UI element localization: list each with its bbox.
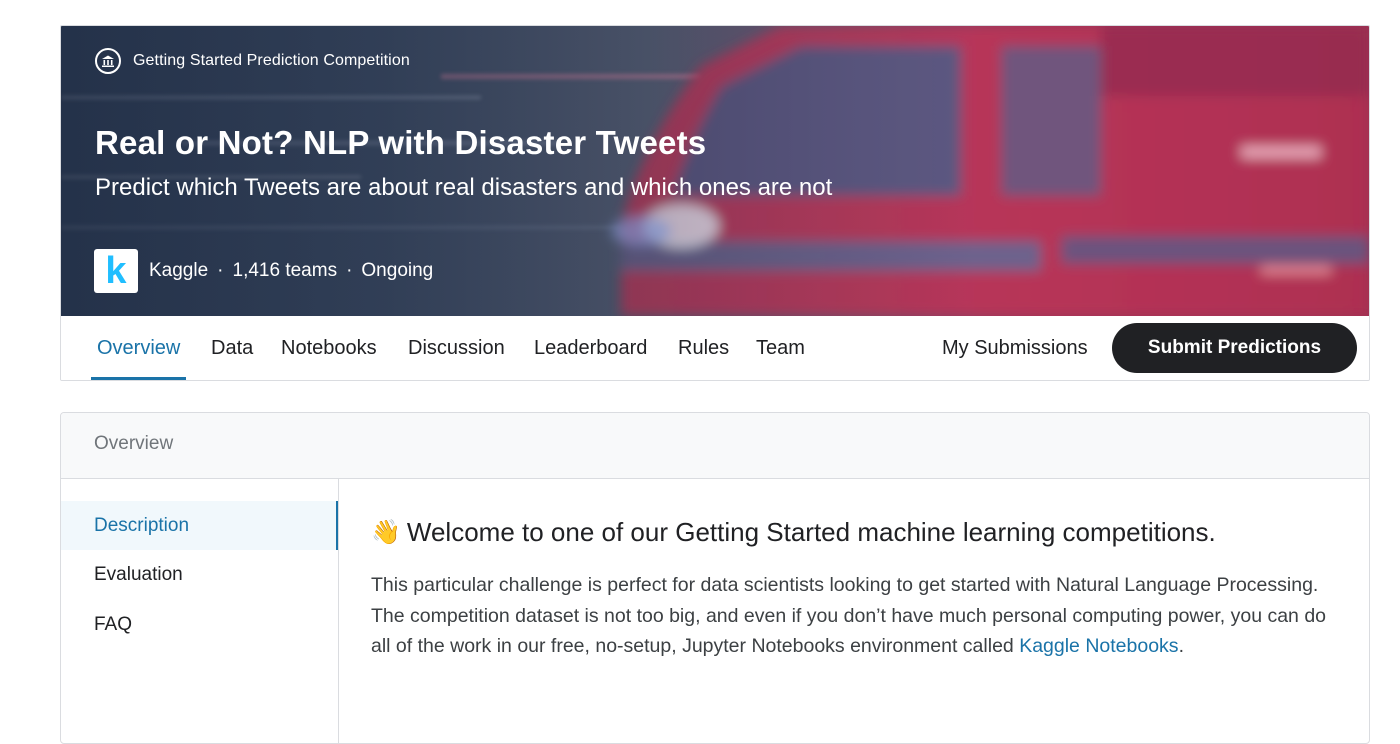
overview-header: Overview — [61, 413, 1369, 479]
competition-hero-banner: Getting Started Prediction Competition R… — [61, 26, 1369, 316]
host-name[interactable]: Kaggle — [149, 260, 208, 282]
competition-kind: Getting Started Prediction Competition — [95, 48, 410, 74]
description-paragraph-end: . — [1178, 635, 1184, 657]
competition-kind-label: Getting Started Prediction Competition — [133, 52, 410, 69]
description-heading: 👋 Welcome to one of our Getting Started … — [371, 517, 1216, 548]
meta-separator: · — [217, 260, 224, 281]
description-paragraph: This particular challenge is perfect for… — [371, 570, 1336, 662]
side-nav-item-description[interactable]: Description — [61, 501, 338, 550]
competition-card: Getting Started Prediction Competition R… — [60, 25, 1370, 381]
tab-team[interactable]: Team — [756, 316, 805, 380]
kaggle-notebooks-link[interactable]: Kaggle Notebooks — [1019, 635, 1178, 657]
competition-status: Ongoing — [361, 260, 434, 281]
description-heading-text: Welcome to one of our Getting Started ma… — [406, 517, 1216, 547]
tab-data[interactable]: Data — [211, 316, 253, 380]
my-submissions-link[interactable]: My Submissions — [942, 316, 1088, 380]
waving-hand-icon: 👋 — [371, 519, 401, 546]
competition-subtitle: Predict which Tweets are about real disa… — [95, 174, 833, 201]
competition-title: Real or Not? NLP with Disaster Tweets — [95, 124, 707, 161]
team-count: 1,416 teams — [232, 260, 338, 281]
competition-meta: Kaggle · 1,416 teams · Ongoing — [149, 260, 433, 282]
overview-header-title: Overview — [94, 433, 174, 454]
competition-host-row: k Kaggle · 1,416 teams · Ongoing — [94, 249, 433, 293]
submit-predictions-button[interactable]: Submit Predictions — [1112, 323, 1357, 373]
overview-side-nav: Description Evaluation FAQ — [61, 479, 339, 743]
tab-notebooks[interactable]: Notebooks — [281, 316, 377, 380]
tab-discussion[interactable]: Discussion — [408, 316, 505, 380]
competition-tab-bar: Overview Data Notebooks Discussion Leade… — [61, 316, 1369, 380]
institution-icon — [95, 48, 121, 74]
tab-overview[interactable]: Overview — [90, 316, 187, 380]
meta-separator: · — [346, 260, 353, 281]
kaggle-logo-icon[interactable]: k — [94, 249, 138, 293]
overview-card: Overview Description Evaluation FAQ 👋 We… — [60, 412, 1370, 744]
tab-rules[interactable]: Rules — [678, 316, 729, 380]
side-nav-item-faq[interactable]: FAQ — [61, 600, 338, 649]
tab-leaderboard[interactable]: Leaderboard — [534, 316, 647, 380]
side-nav-item-evaluation[interactable]: Evaluation — [61, 550, 338, 599]
